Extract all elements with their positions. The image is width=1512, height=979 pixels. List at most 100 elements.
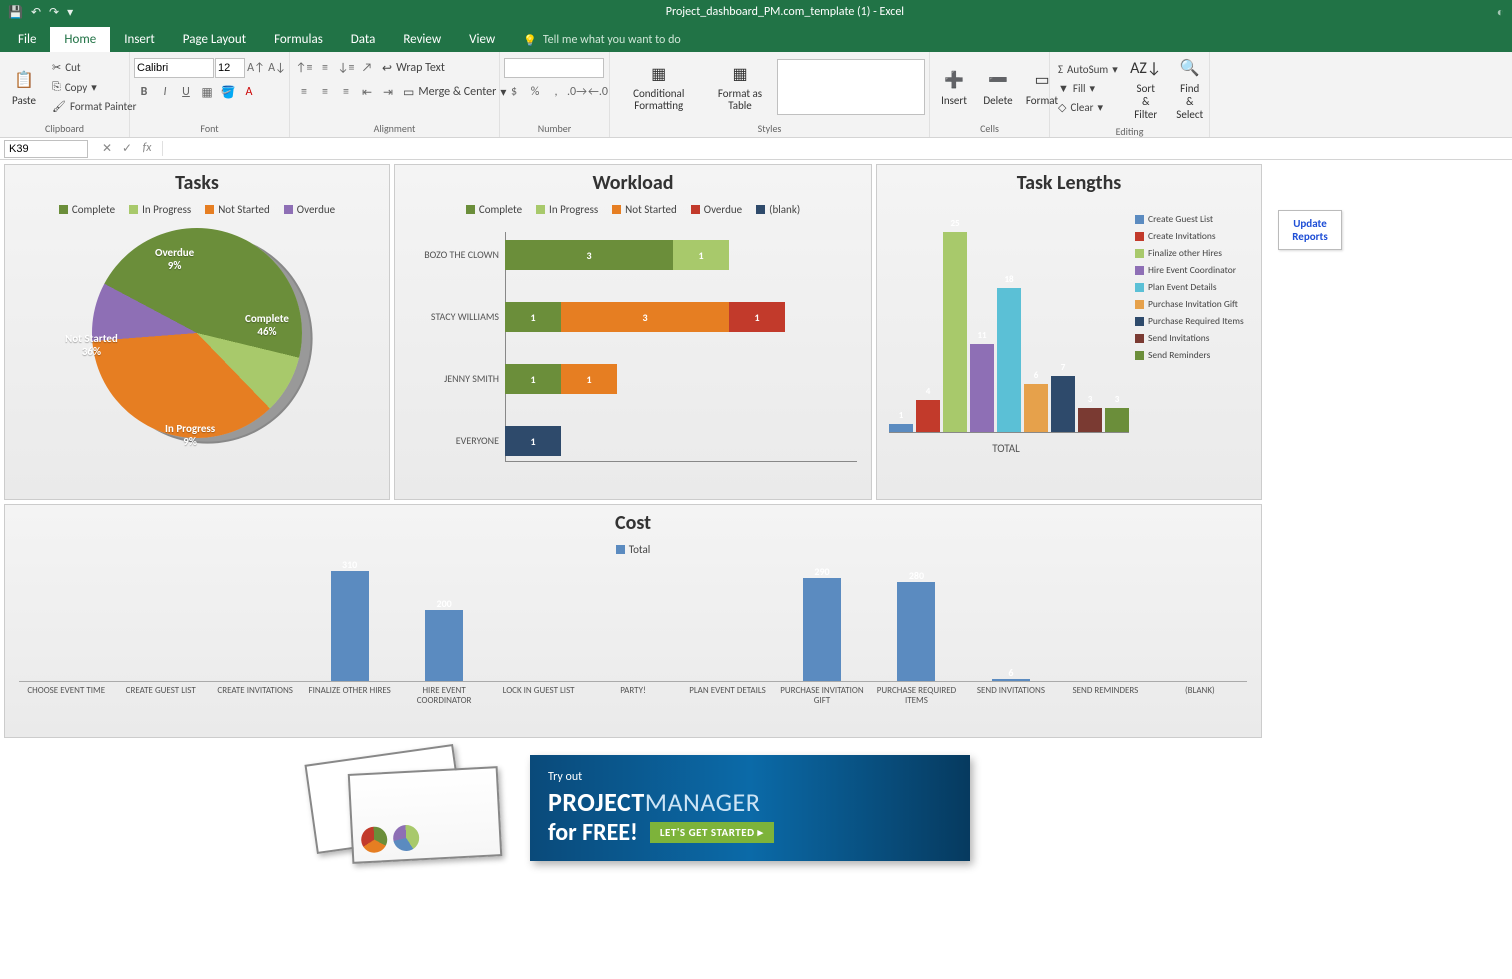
legend-item: (blank) [756,203,800,216]
ad-screenshots [300,748,530,868]
eraser-icon: ◇ [1058,101,1066,114]
window-title: Project_dashboard_PM.com_template (1) - … [81,5,1489,19]
percent-icon[interactable]: % [525,82,545,102]
tell-me-search[interactable]: Tell me what you want to do [509,28,695,52]
legend-item: Not Started [205,203,270,216]
tab-insert[interactable]: Insert [110,27,169,52]
align-left-icon[interactable]: ≡ [294,82,314,102]
legend-item: Complete [59,203,115,216]
name-box[interactable] [4,140,88,158]
tasks-chart-panel[interactable]: Tasks CompleteIn ProgressNot StartedOver… [4,164,390,500]
tab-formulas[interactable]: Formulas [260,27,337,52]
font-color-button[interactable]: A [239,82,259,102]
paste-label: Paste [12,94,36,107]
ribbon-options-icon[interactable]: ◐ [1497,5,1504,20]
find-select-button[interactable]: 🔍Find & Select [1170,54,1210,123]
tab-data[interactable]: Data [337,27,390,52]
delete-cells-button[interactable]: ➖Delete [978,66,1018,109]
decrease-decimal-icon[interactable]: ←.0 [588,82,608,102]
tab-page-layout[interactable]: Page Layout [169,27,260,52]
task-length-bar: 1 [889,424,913,432]
cost-column [1058,562,1152,681]
workload-legend: CompleteIn ProgressNot StartedOverdue(bl… [395,199,871,222]
font-name-select[interactable] [134,58,214,78]
enter-formula-icon[interactable]: ✓ [118,141,136,156]
cost-column [19,562,113,681]
decrease-indent-icon[interactable]: ⇤ [357,82,377,102]
increase-indent-icon[interactable]: ⇥ [378,82,398,102]
tab-file[interactable]: File [4,27,50,52]
cost-x-label: CHOOSE EVENT TIME [19,686,113,716]
tab-view[interactable]: View [455,27,509,52]
font-size-select[interactable] [215,58,245,78]
clear-button[interactable]: ◇Clear ▾ [1054,99,1122,116]
cost-column: 290 [775,562,869,681]
group-font: A↑ A↓ B I U ▦ 🪣 A Font [130,52,290,137]
undo-icon[interactable]: ↶ [31,5,41,20]
formula-bar: ✕ ✓ fx [0,138,1512,160]
sort-filter-button[interactable]: AZ↓Sort & Filter [1126,54,1166,123]
conditional-formatting-button[interactable]: ▦ Conditional Formatting [614,60,703,114]
group-editing: ΣAutoSum ▾ ▼Fill ▾ ◇Clear ▾ AZ↓Sort & Fi… [1050,52,1210,137]
task-lengths-xlabel: TOTAL [877,442,1135,455]
merge-center-button[interactable]: ▭Merge & Center ▾ [399,83,510,102]
font-group-label: Font [134,120,285,137]
cost-column [680,562,774,681]
bold-button[interactable]: B [134,82,154,102]
align-top-icon[interactable]: ↑≡ [294,58,314,78]
task-length-bar: 11 [970,344,994,432]
redo-icon[interactable]: ↷ [49,5,59,20]
cost-chart-panel[interactable]: Cost Total 3102002902806 CHOOSE EVENT TI… [4,504,1262,738]
fill-button[interactable]: ▼Fill ▾ [1054,80,1122,97]
underline-button[interactable]: U [176,82,196,102]
number-format-select[interactable] [504,58,604,78]
wrap-text-button[interactable]: ↩Wrap Text [378,59,449,78]
fill-color-button[interactable]: 🪣 [218,82,238,102]
legend-item: Overdue [691,203,742,216]
align-center-icon[interactable]: ≡ [315,82,335,102]
orientation-icon[interactable]: ↗ [357,58,377,78]
qat-dropdown-icon[interactable]: ▾ [67,5,73,20]
workload-segment: 3 [505,240,673,270]
worksheet-area[interactable]: Tasks CompleteIn ProgressNot StartedOver… [0,160,1512,979]
copy-button[interactable]: ⎘Copy ▾ [48,78,140,96]
tab-home[interactable]: Home [50,27,110,52]
cancel-formula-icon[interactable]: ✕ [98,141,116,156]
workload-chart-panel[interactable]: Workload CompleteIn ProgressNot StartedO… [394,164,872,500]
ad-cta-button[interactable]: LET'S GET STARTED ▸ [650,822,774,843]
align-right-icon[interactable]: ≡ [336,82,356,102]
formula-input[interactable] [163,140,1512,158]
cost-column: 200 [397,562,491,681]
group-alignment: ↑≡ ≡ ↓≡ ↗ ↩Wrap Text ≡ ≡ ≡ ⇤ ⇥ ▭Merge & … [290,52,500,137]
legend-item: Send Reminders [1135,349,1255,361]
border-button[interactable]: ▦ [197,82,217,102]
cell-styles-gallery[interactable] [777,59,925,115]
increase-decimal-icon[interactable]: .0→ [567,82,587,102]
save-icon[interactable]: 💾 [8,5,23,20]
cells-group-label: Cells [934,120,1045,137]
cut-button[interactable]: ✂Cut [48,59,140,76]
insert-cells-button[interactable]: ➕Insert [934,66,974,109]
comma-icon[interactable]: , [546,82,566,102]
task-length-bar: 7 [1051,376,1075,432]
tab-review[interactable]: Review [389,27,455,52]
format-painter-button[interactable]: 🖌Format Painter [48,98,140,115]
group-styles: ▦ Conditional Formatting ▦ Format as Tab… [610,52,930,137]
currency-icon[interactable]: $ [504,82,524,102]
update-reports-button[interactable]: Update Reports [1278,210,1342,250]
fill-icon: ▼ [1058,82,1069,95]
ad-banner[interactable]: Try out PROJECTMANAGER for FREE! LET'S G… [300,748,970,868]
task-lengths-panel[interactable]: Task Lengths 142511186733 TOTAL Create G… [876,164,1262,500]
paste-button[interactable]: 📋 Paste [4,66,44,109]
align-middle-icon[interactable]: ≡ [315,58,335,78]
legend-item: In Progress [129,203,191,216]
task-lengths-legend: Create Guest ListCreate InvitationsFinal… [1135,199,1261,469]
fx-icon[interactable]: fx [138,141,156,156]
decrease-font-icon[interactable]: A↓ [267,58,287,78]
titlebar: 💾 ↶ ↷ ▾ Project_dashboard_PM.com_templat… [0,0,1512,24]
autosum-button[interactable]: ΣAutoSum ▾ [1054,61,1122,78]
italic-button[interactable]: I [155,82,175,102]
increase-font-icon[interactable]: A↑ [246,58,266,78]
align-bottom-icon[interactable]: ↓≡ [336,58,356,78]
format-as-table-button[interactable]: ▦ Format as Table [707,60,772,114]
